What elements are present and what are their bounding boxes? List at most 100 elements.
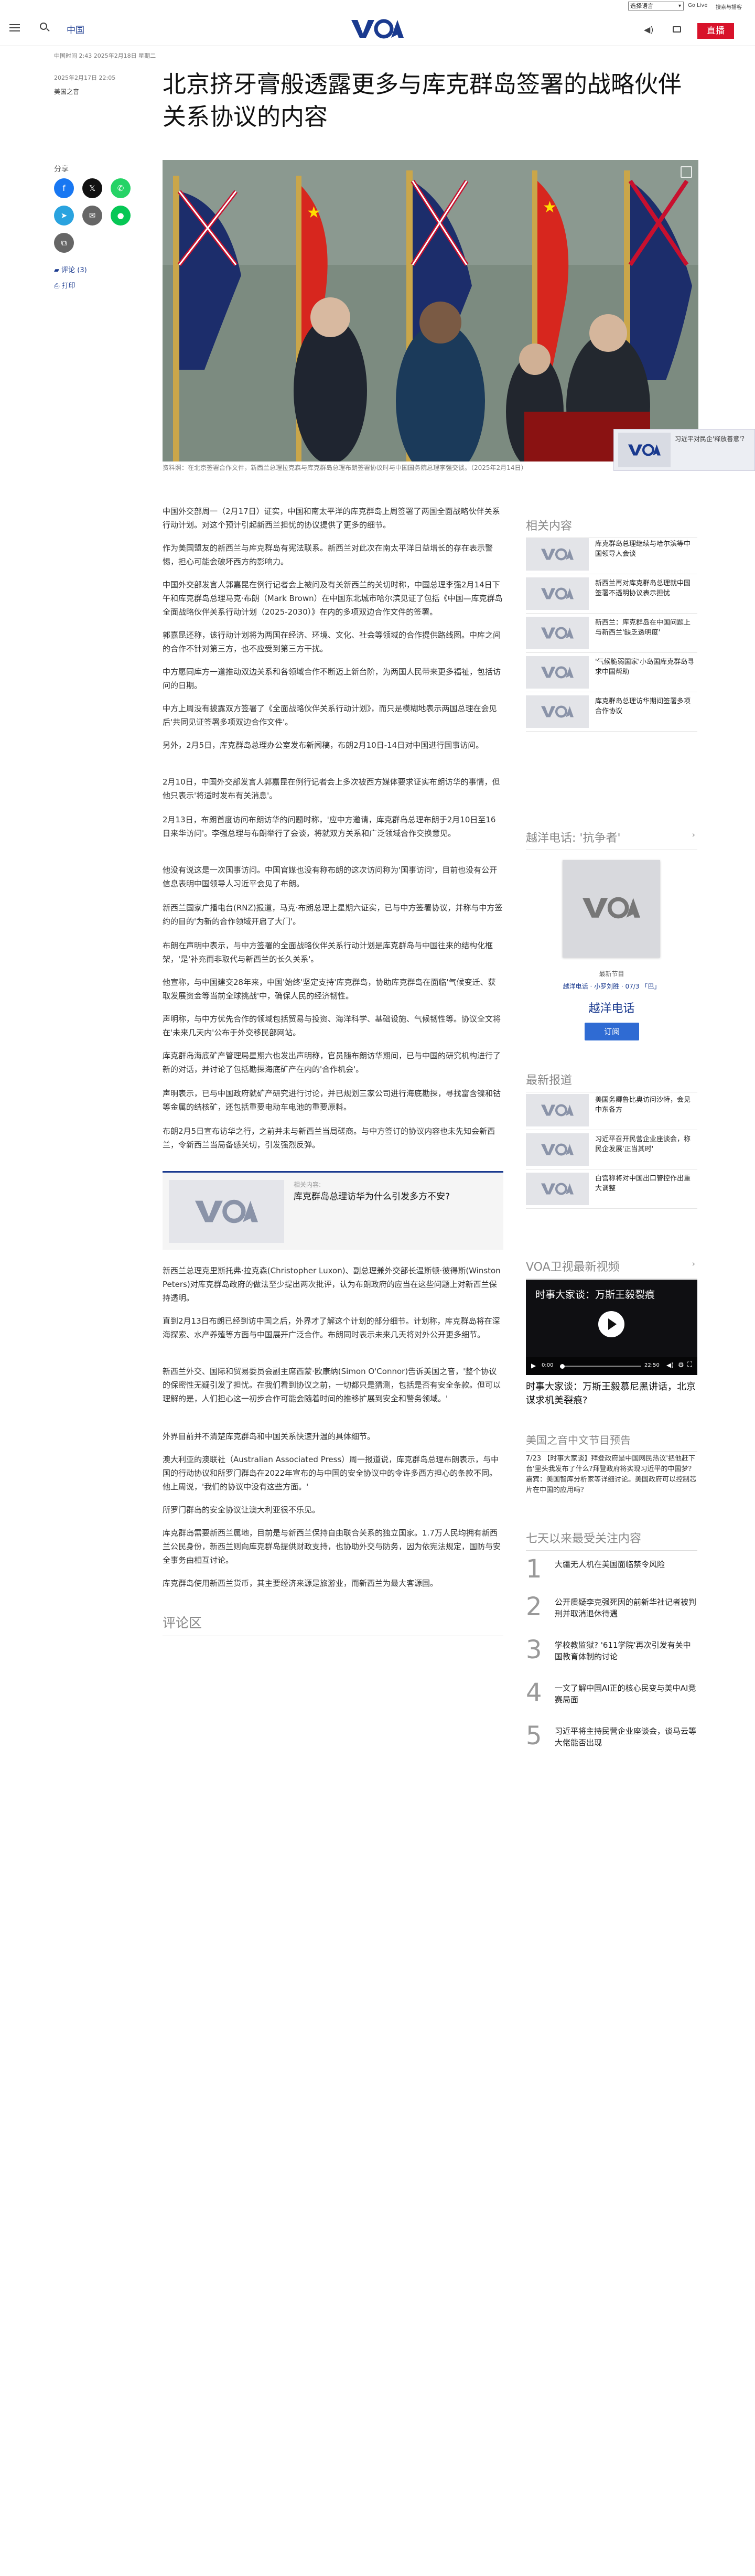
- paragraph: 另外，2月5日，库克群岛总理办公室发布新闻稿，布朗2月10日-14日对中国进行国…: [163, 740, 484, 750]
- svg-text:★: ★: [543, 198, 557, 217]
- program-text[interactable]: 7/23 【时事大家谈】拜登政府是中国网民热议'把他赶下台'里头我发布了什么?拜…: [526, 1454, 697, 1496]
- top-item[interactable]: 1 大疆无人机在美国面临禁令风险: [526, 1554, 697, 1594]
- video-caption[interactable]: 时事大家谈：万斯王毅慕尼黑讲话，北京谋求机美裂痕?: [526, 1380, 697, 1408]
- thumbnail: [526, 617, 589, 649]
- hero-photo: ★ ★: [163, 160, 698, 461]
- top-item[interactable]: 4 一文了解中国AI正的核心民变与美中AI竞赛局面: [526, 1678, 697, 1718]
- volume-icon[interactable]: ◀): [666, 1361, 674, 1369]
- voa-logo: [583, 897, 640, 919]
- paragraph: 中国外交部周一（2月17日）证实，中国和南太平洋的库克群岛上周签署了两国全面战略…: [163, 507, 500, 530]
- inline-related-card[interactable]: 相关内容: 库克群岛总理访华为什么引发多方不安?: [163, 1171, 503, 1250]
- subscribe-button[interactable]: 订阅: [585, 1023, 639, 1040]
- rank-number: 2: [526, 1592, 542, 1622]
- sidebar-related-item[interactable]: '气候脆弱国家'小岛国库克群岛寻求中国帮助: [526, 653, 697, 692]
- floating-article-popup[interactable]: 习近平对民企'释放善意'？: [613, 429, 755, 471]
- sidebar-related-item[interactable]: 库克群岛总理访华期间签署多项合作协议: [526, 692, 697, 732]
- sidebar-related-item[interactable]: 新西兰：库克群岛在中国问题上与新西兰'缺乏透明度': [526, 614, 697, 653]
- paragraph: 外界目前并不清楚库克群岛和中国关系快速升温的具体细节。: [163, 1432, 375, 1441]
- sidebar-related-title: 库克群岛总理继续与哈尔滨等中国领导人会谈: [595, 540, 691, 558]
- progress-bar[interactable]: [560, 1364, 641, 1369]
- live-button[interactable]: 直播: [697, 23, 734, 39]
- search-icon[interactable]: [40, 23, 47, 30]
- thumbnail: [526, 538, 589, 571]
- sidebar-related-item[interactable]: 库克群岛总理继续与哈尔滨等中国领导人会谈: [526, 535, 697, 574]
- video-player[interactable]: 时事大家谈：万斯王毅裂痕 ▶ 0:00 22:50 ◀) ⚙ ⛶: [526, 1280, 697, 1375]
- telegram-share-icon[interactable]: ➤: [54, 206, 74, 226]
- whatsapp-share-icon[interactable]: ✆: [111, 178, 131, 198]
- dateline: 中国时间 2:43 2025年2月18日 星期二: [54, 52, 156, 59]
- paragraph: 声明称，与中方优先合作的领域包括贸易与投资、海洋科学、基础设施、气候韧性等。协议…: [163, 1014, 501, 1037]
- menu-icon[interactable]: [9, 24, 20, 31]
- hotline-episode: 最新节目: [599, 970, 624, 978]
- author[interactable]: 美国之音: [54, 87, 79, 96]
- top-item[interactable]: 2 公开质疑李克强死因的前新华社记者被判刑并取消退休待遇: [526, 1592, 697, 1632]
- utility-link-golive[interactable]: Go Live: [688, 3, 707, 8]
- sidebar-program-heading: 美国之音中文节目预告: [526, 1432, 697, 1452]
- top-item-title: 学校教监狱? '611学院'再次引发有关中国教育体制的讨论: [555, 1640, 691, 1661]
- line-share-icon[interactable]: ●: [111, 206, 131, 226]
- language-select[interactable]: 选择语言: [628, 2, 684, 10]
- x-share-icon[interactable]: 𝕏: [82, 178, 102, 198]
- video-icon[interactable]: [673, 26, 681, 33]
- copy-link-icon[interactable]: ⧉: [54, 233, 74, 253]
- sidebar-latest-item[interactable]: 美国务卿鲁比奥访问沙特，会见中东各方: [526, 1091, 697, 1130]
- sidebar-related-title: 新西兰：库克群岛在中国问题上与新西兰'缺乏透明度': [595, 619, 691, 637]
- paragraph: 所罗门群岛的安全协议让澳大利亚很不乐见。: [163, 1505, 320, 1515]
- sidebar-hotline-heading[interactable]: 越洋电话: '抗争者' ›: [526, 829, 697, 850]
- email-share-icon[interactable]: ✉: [82, 206, 102, 226]
- paragraph: 新西兰国家广播电台(RNZ)报道，马克·布朗总理上星期六证实，已与中方签署协议，…: [163, 903, 503, 926]
- paragraph: 直到2月13日布朗已经到访中国之后，外界才了解这个计划的部分细节。计划称，库克群…: [163, 1316, 500, 1339]
- print-link[interactable]: ⎙ 打印: [54, 280, 76, 290]
- related-thumbnail: [169, 1180, 284, 1243]
- paragraph: 他宣称，与中国建交28年来，中国'始终'坚定支持'库克群岛，协助库克群岛在面临'…: [163, 978, 496, 1001]
- hotline-links[interactable]: 越洋电话 · 小罗刘胜 · 07/3 「巴」: [526, 982, 697, 991]
- utility-link-search[interactable]: 搜索与播客: [716, 3, 742, 10]
- paragraph: 库克群岛海底矿产管理局星期六也发出声明称，官员随布朗访华期间，已与中国的研究机构…: [163, 1051, 501, 1074]
- voa-logo[interactable]: [351, 19, 404, 39]
- sidebar-related-title: 库克群岛总理访华期间签署多项合作协议: [595, 697, 691, 715]
- related-label: 相关内容:: [294, 1181, 321, 1188]
- voa-logo: [541, 1104, 574, 1117]
- video-controls: ▶ 0:00 22:50 ◀) ⚙ ⛶: [526, 1357, 697, 1375]
- paragraph: 新西兰外交、国际和贸易委员会副主席西蒙·欧康纳(Simon O'Connor)告…: [163, 1367, 501, 1403]
- audio-icon[interactable]: ◀): [644, 25, 654, 35]
- fullscreen-icon[interactable]: ⛶: [687, 1361, 692, 1369]
- fullscreen-icon[interactable]: [681, 166, 692, 178]
- play-control-icon[interactable]: ▶: [531, 1362, 536, 1369]
- top-item[interactable]: 5 习近平将主持民营企业座谈会，谈马云等大佬能否出现: [526, 1721, 697, 1761]
- popup-thumbnail: [618, 433, 671, 467]
- paragraph: 库克群岛需要新西兰属地，目前是与新西兰保持自由联合关系的独立国家。1.7万人民均…: [163, 1528, 501, 1565]
- play-button[interactable]: [598, 1311, 624, 1337]
- thumbnail: [526, 1094, 589, 1126]
- paragraph: 中方愿同库方一道推动双边关系和各领域合作不断迈上新台阶，为两国人民带来更多福祉，…: [163, 667, 501, 690]
- comments-link[interactable]: ▰ 评论 (3): [54, 264, 87, 274]
- voa-logo: [541, 1183, 574, 1195]
- sidebar-latest-item[interactable]: 习近平召开民营企业座谈会，称民企发展'正当其时': [526, 1130, 697, 1169]
- paragraph: 2月10日，中国外交部发言人郭嘉昆在例行记者会上多次被西方媒体要求证实布朗访华的…: [163, 777, 500, 800]
- hotline-cover[interactable]: [563, 860, 660, 958]
- popup-title: 习近平对民企'释放善意'？: [675, 435, 748, 443]
- sidebar-related-item[interactable]: 新西兰再对库克群岛总理就中国签署不透明协议表示担忧: [526, 574, 697, 614]
- sidebar-latest-item[interactable]: 白宫称将对中国出口管控作出重大调整: [526, 1169, 697, 1209]
- settings-icon[interactable]: ⚙: [678, 1361, 684, 1369]
- sidebar-tv-heading[interactable]: VOA卫视最新视频 ›: [526, 1258, 697, 1279]
- chevron-right-icon: ›: [692, 830, 695, 840]
- sidebar-related-title: '气候脆弱国家'小岛国库克群岛寻求中国帮助: [595, 658, 695, 676]
- paragraph: 库克群岛使用新西兰货币，其主要经济来源是旅游业，而新西兰为最大客源国。: [163, 1579, 438, 1588]
- paragraph: 澳大利亚的澳联社（Australian Associated Press）周一报…: [163, 1455, 499, 1491]
- voa-logo: [541, 705, 574, 718]
- paragraph: 作为美国盟友的新西兰与库克群岛有宪法联系。新西兰对此次在南太平洋日益增长的存在表…: [163, 543, 493, 566]
- paragraph: 中国外交部发言人郭嘉昆在例行记者会上被问及有关新西兰的关切时称，中国总理李强2月…: [163, 580, 503, 617]
- thumbnail: [526, 656, 589, 689]
- section-link[interactable]: 中国: [67, 23, 84, 36]
- rank-number: 1: [526, 1554, 542, 1584]
- top-item[interactable]: 3 学校教监狱? '611学院'再次引发有关中国教育体制的讨论: [526, 1635, 697, 1675]
- share-label: 分享: [54, 165, 69, 174]
- comments-heading: 评论区: [163, 1613, 503, 1636]
- voa-logo: [541, 666, 574, 679]
- facebook-share-icon[interactable]: f: [54, 178, 74, 198]
- thumbnail: [526, 1173, 589, 1205]
- rank-number: 4: [526, 1678, 542, 1708]
- progress-handle[interactable]: [560, 1364, 565, 1369]
- top-item-title: 一文了解中国AI正的核心民变与美中AI竞赛局面: [555, 1683, 696, 1704]
